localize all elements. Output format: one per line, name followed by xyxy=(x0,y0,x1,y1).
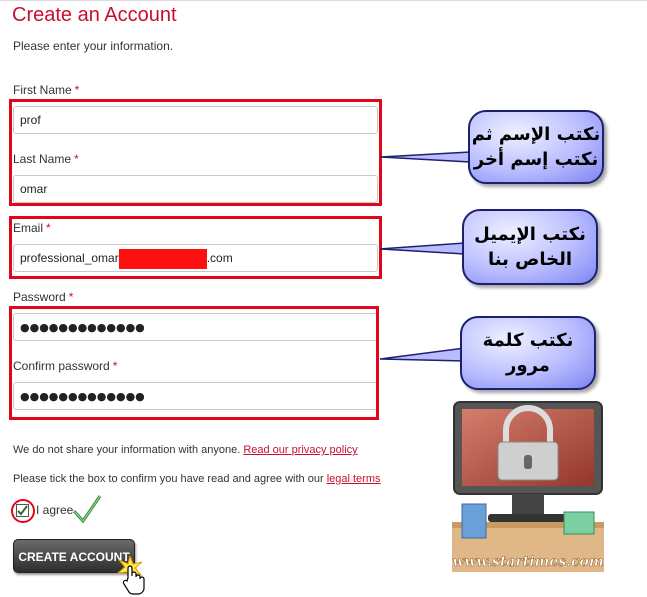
checkmark-icon xyxy=(17,505,28,516)
top-divider xyxy=(0,0,647,1)
legal-text: Please tick the box to confirm you have … xyxy=(13,473,324,485)
password-label-text: Password xyxy=(13,290,66,304)
name-highlight-box xyxy=(9,99,382,206)
required-mark: * xyxy=(74,83,80,97)
password-highlight-box xyxy=(9,306,379,420)
privacy-text: We do not share your information with an… xyxy=(13,444,241,456)
first-name-label: First Name * xyxy=(13,83,79,97)
agree-checkbox[interactable] xyxy=(16,504,29,517)
agree-label: I agree xyxy=(36,503,74,517)
watermark-url: www.startimes.com xyxy=(452,554,603,570)
email-highlight-box xyxy=(9,216,382,279)
email-callout: نكتب الإيميل الخاص بنا xyxy=(462,209,598,285)
password-callout-pointer xyxy=(380,347,465,362)
password-label: Password * xyxy=(13,290,73,304)
page-title: Create an Account xyxy=(12,4,177,26)
first-name-label-text: First Name xyxy=(13,83,72,97)
password-callout-line1: نكتب كلمة xyxy=(482,330,574,351)
privacy-policy-link[interactable]: Read our privacy policy xyxy=(243,444,357,456)
email-callout-pointer xyxy=(380,242,465,255)
legal-terms-link[interactable]: legal terms xyxy=(327,473,381,485)
legal-notice: Please tick the box to confirm you have … xyxy=(13,473,380,485)
intro-text: Please enter your information. xyxy=(13,39,174,53)
required-mark: * xyxy=(68,290,74,304)
email-callout-line1: نكتب الإيميل xyxy=(474,224,586,245)
email-callout-line2: الخاص بنا xyxy=(488,249,573,270)
name-callout: نكتب الإسم ثم نكتب إسم أخر xyxy=(468,110,604,184)
click-hand-cursor-icon xyxy=(116,556,145,595)
green-check-icon xyxy=(72,495,102,524)
name-callout-line2: نكتب إسم أخر xyxy=(473,149,599,170)
name-callout-line1: نكتب الإسم ثم xyxy=(471,124,601,145)
password-callout: نكتب كلمة مرور xyxy=(460,316,596,390)
name-callout-pointer xyxy=(380,151,470,163)
forum-logo-icon: www.startimes.com xyxy=(452,401,604,572)
privacy-notice: We do not share your information with an… xyxy=(13,444,358,456)
password-callout-line2: مرور xyxy=(506,355,550,376)
